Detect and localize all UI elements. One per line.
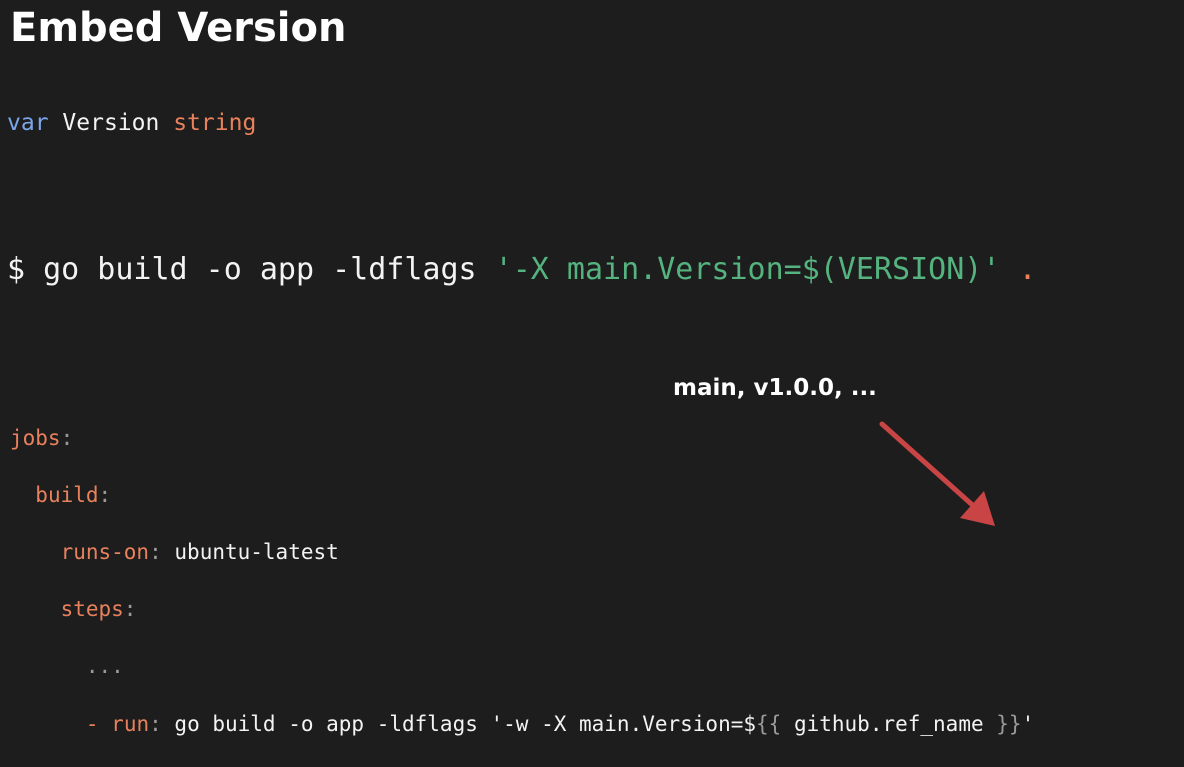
steps-key: steps bbox=[60, 597, 124, 622]
shell-prompt: $ bbox=[7, 252, 26, 287]
colon: : bbox=[149, 539, 162, 564]
colon: : bbox=[60, 425, 74, 450]
build-key: build bbox=[35, 482, 99, 507]
github-workflow-snippet: jobs: build: runs-on: ubuntu-latest step… bbox=[10, 395, 1034, 767]
slide-title: Embed Version bbox=[10, 5, 347, 51]
yaml-line-jobs: jobs: bbox=[10, 424, 1034, 453]
expression-open: {{ bbox=[756, 711, 782, 736]
expression-close: }} bbox=[996, 711, 1022, 736]
yaml-line-steps: steps: bbox=[10, 595, 1034, 624]
build-target: . bbox=[1018, 252, 1037, 287]
ldflags-value: '-X main.Version=$(VERSION)' bbox=[494, 252, 1001, 287]
expression-body: github.ref_name bbox=[793, 711, 984, 736]
colon: : bbox=[123, 597, 137, 622]
closing-quote: ' bbox=[1021, 711, 1035, 736]
build-command-text: go build -o app -ldflags bbox=[43, 252, 477, 287]
colon: : bbox=[149, 711, 162, 736]
colon: : bbox=[98, 482, 112, 507]
jobs-key: jobs bbox=[10, 425, 61, 450]
type-name: string bbox=[173, 110, 257, 136]
runs-on-key: runs-on bbox=[60, 539, 150, 564]
run-key: run bbox=[111, 711, 150, 736]
var-keyword: var bbox=[7, 110, 49, 136]
yaml-line-build: build: bbox=[10, 481, 1034, 510]
ref-name-annotation: main, v1.0.0, ... bbox=[673, 375, 877, 401]
yaml-line-run: - run: go build -o app -ldflags '-w -X m… bbox=[10, 710, 1034, 739]
yaml-line-ellipsis: ... bbox=[10, 652, 1034, 681]
go-build-command: $ go build -o app -ldflags '-X main.Vers… bbox=[7, 250, 1037, 290]
run-command: go build -o app -ldflags '-w -X main.Ver… bbox=[174, 711, 757, 736]
step-dash: - bbox=[85, 711, 99, 736]
runs-on-value: ubuntu-latest bbox=[174, 539, 339, 564]
variable-name: Version bbox=[62, 110, 160, 136]
go-version-declaration: var Version string bbox=[7, 108, 256, 138]
yaml-line-runs-on: runs-on: ubuntu-latest bbox=[10, 538, 1034, 567]
ellipsis: ... bbox=[85, 654, 124, 679]
